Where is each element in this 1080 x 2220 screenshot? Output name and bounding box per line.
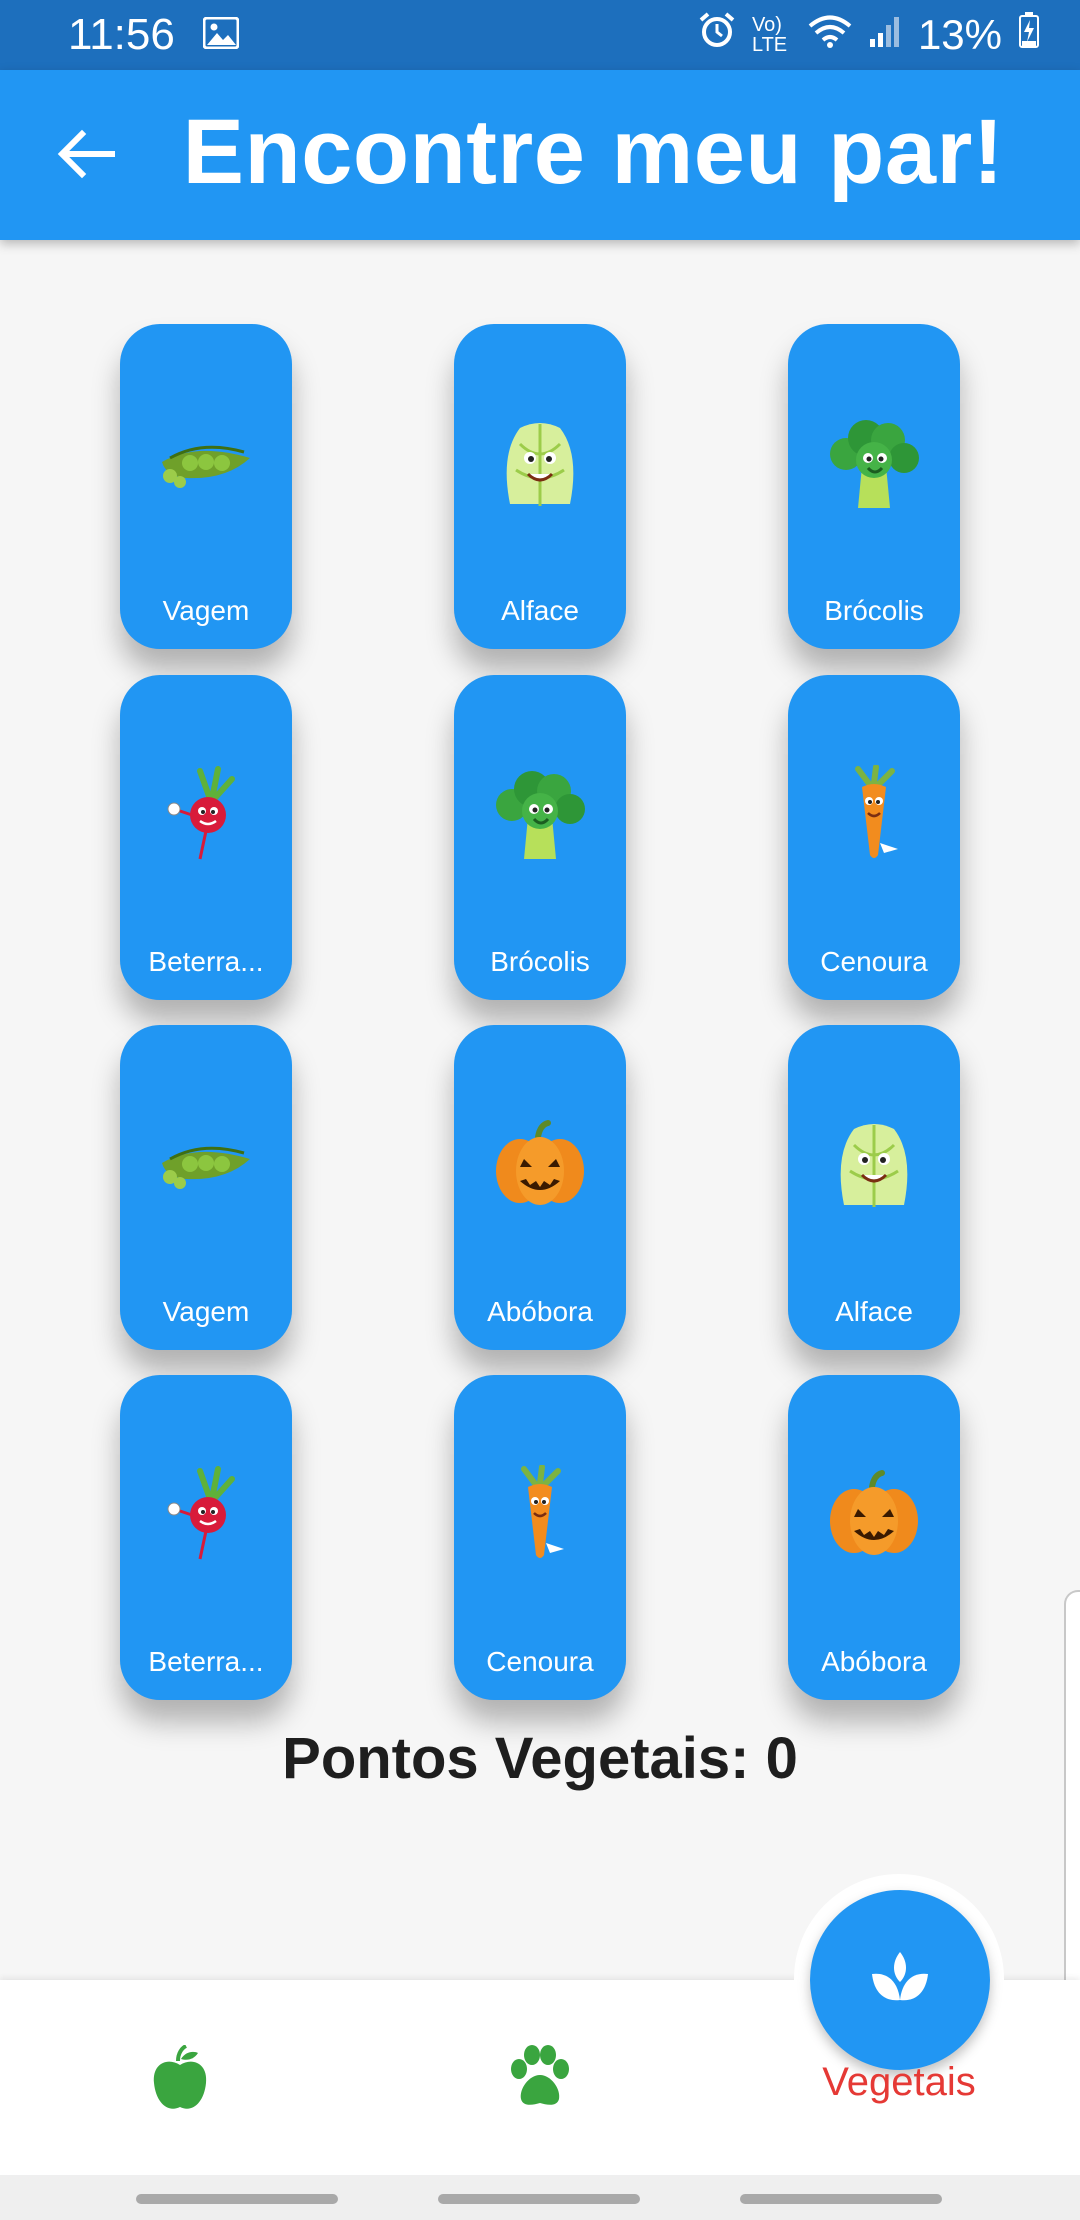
battery-charging-icon: [1018, 11, 1040, 59]
page-title: Encontre meu par!: [182, 101, 1004, 203]
edge-panel-handle[interactable]: [1064, 1590, 1080, 2004]
card-label: Cenoura: [820, 946, 928, 977]
battery-text: 13%: [917, 11, 1002, 58]
arrow-back-icon: [57, 129, 115, 179]
nav-animais-button[interactable]: [505, 2045, 575, 2109]
carrot-icon: [490, 1464, 590, 1565]
beet-icon: [156, 765, 256, 865]
card-label: Beterra...: [148, 946, 264, 977]
paw-icon: [511, 2045, 569, 2105]
lettuce-icon: [824, 1115, 924, 1215]
card-label: Abóbora: [487, 1296, 593, 1327]
nav-frutas-button[interactable]: [148, 2044, 212, 2115]
nav-vegetais-button[interactable]: [810, 1890, 990, 2070]
peas-icon: [156, 1115, 256, 1215]
volte-indicator: Vo) LTE: [751, 14, 788, 56]
memory-card[interactable]: Brócolis: [788, 324, 960, 649]
card-label: Beterra...: [148, 1646, 264, 1677]
beet-icon: [156, 1465, 256, 1565]
back-button[interactable]: [54, 122, 118, 186]
card-label: Abóbora: [821, 1646, 927, 1677]
memory-card[interactable]: Vagem: [120, 1025, 292, 1350]
card-label: Brócolis: [824, 595, 924, 626]
app-bar: Encontre meu par!: [0, 70, 1080, 240]
memory-card[interactable]: Vagem: [120, 324, 292, 649]
pumpkin-icon: [490, 1115, 590, 1215]
memory-card[interactable]: Abóbora: [454, 1025, 626, 1350]
memory-card[interactable]: Cenoura: [788, 675, 960, 1000]
memory-card[interactable]: Beterra...: [120, 675, 292, 1000]
memory-card[interactable]: Cenoura: [454, 1375, 626, 1700]
carrot-icon: [824, 764, 924, 865]
home-button[interactable]: [438, 2194, 640, 2204]
nav-vegetais-label[interactable]: Vegetais: [816, 2060, 982, 2105]
peas-icon: [156, 414, 256, 514]
card-label: Cenoura: [486, 1646, 594, 1677]
broccoli-icon: [824, 414, 924, 514]
memory-card[interactable]: Abóbora: [788, 1375, 960, 1700]
card-label: Alface: [835, 1296, 913, 1327]
card-label: Vagem: [162, 595, 250, 626]
signal-icon: [868, 11, 902, 59]
card-label: Brócolis: [490, 946, 590, 977]
memory-card[interactable]: Alface: [454, 324, 626, 649]
score-text: Pontos Vegetais: 0: [282, 1726, 798, 1791]
sprout-icon: [872, 1952, 928, 2001]
lettuce-icon: [490, 414, 590, 514]
status-bar: 11:56 Vo) LTE 13%: [0, 0, 1080, 70]
apple-icon: [153, 2044, 207, 2109]
card-label: Alface: [501, 595, 579, 626]
card-label: Vagem: [162, 1296, 250, 1327]
memory-card[interactable]: Beterra...: [120, 1375, 292, 1700]
broccoli-icon: [490, 765, 590, 865]
recents-button[interactable]: [136, 2194, 338, 2204]
back-system-button[interactable]: [740, 2194, 942, 2204]
pumpkin-icon: [824, 1465, 924, 1565]
gallery-notification-icon: [202, 16, 240, 54]
memory-card[interactable]: Brócolis: [454, 675, 626, 1000]
memory-card[interactable]: Alface: [788, 1025, 960, 1350]
status-time: 11:56: [68, 10, 175, 59]
alarm-icon: [698, 11, 736, 59]
wifi-icon: [808, 11, 852, 59]
